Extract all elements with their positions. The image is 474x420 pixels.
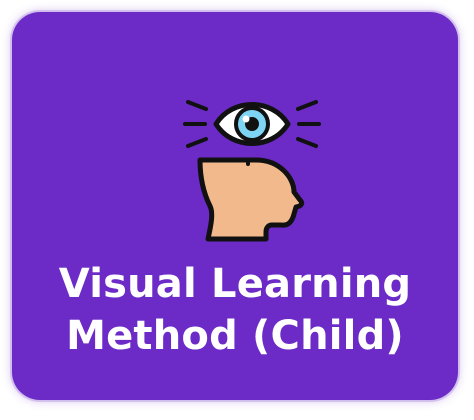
visual-learning-card[interactable]: Visual Learning Method (Child)	[12, 12, 458, 400]
visual-learning-head-eye-icon	[183, 100, 321, 242]
card-title-line-1: Visual Learning	[58, 261, 412, 307]
card-title-line-2: Method (Child)	[66, 313, 404, 359]
card-title: Visual Learning Method (Child)	[12, 258, 458, 362]
